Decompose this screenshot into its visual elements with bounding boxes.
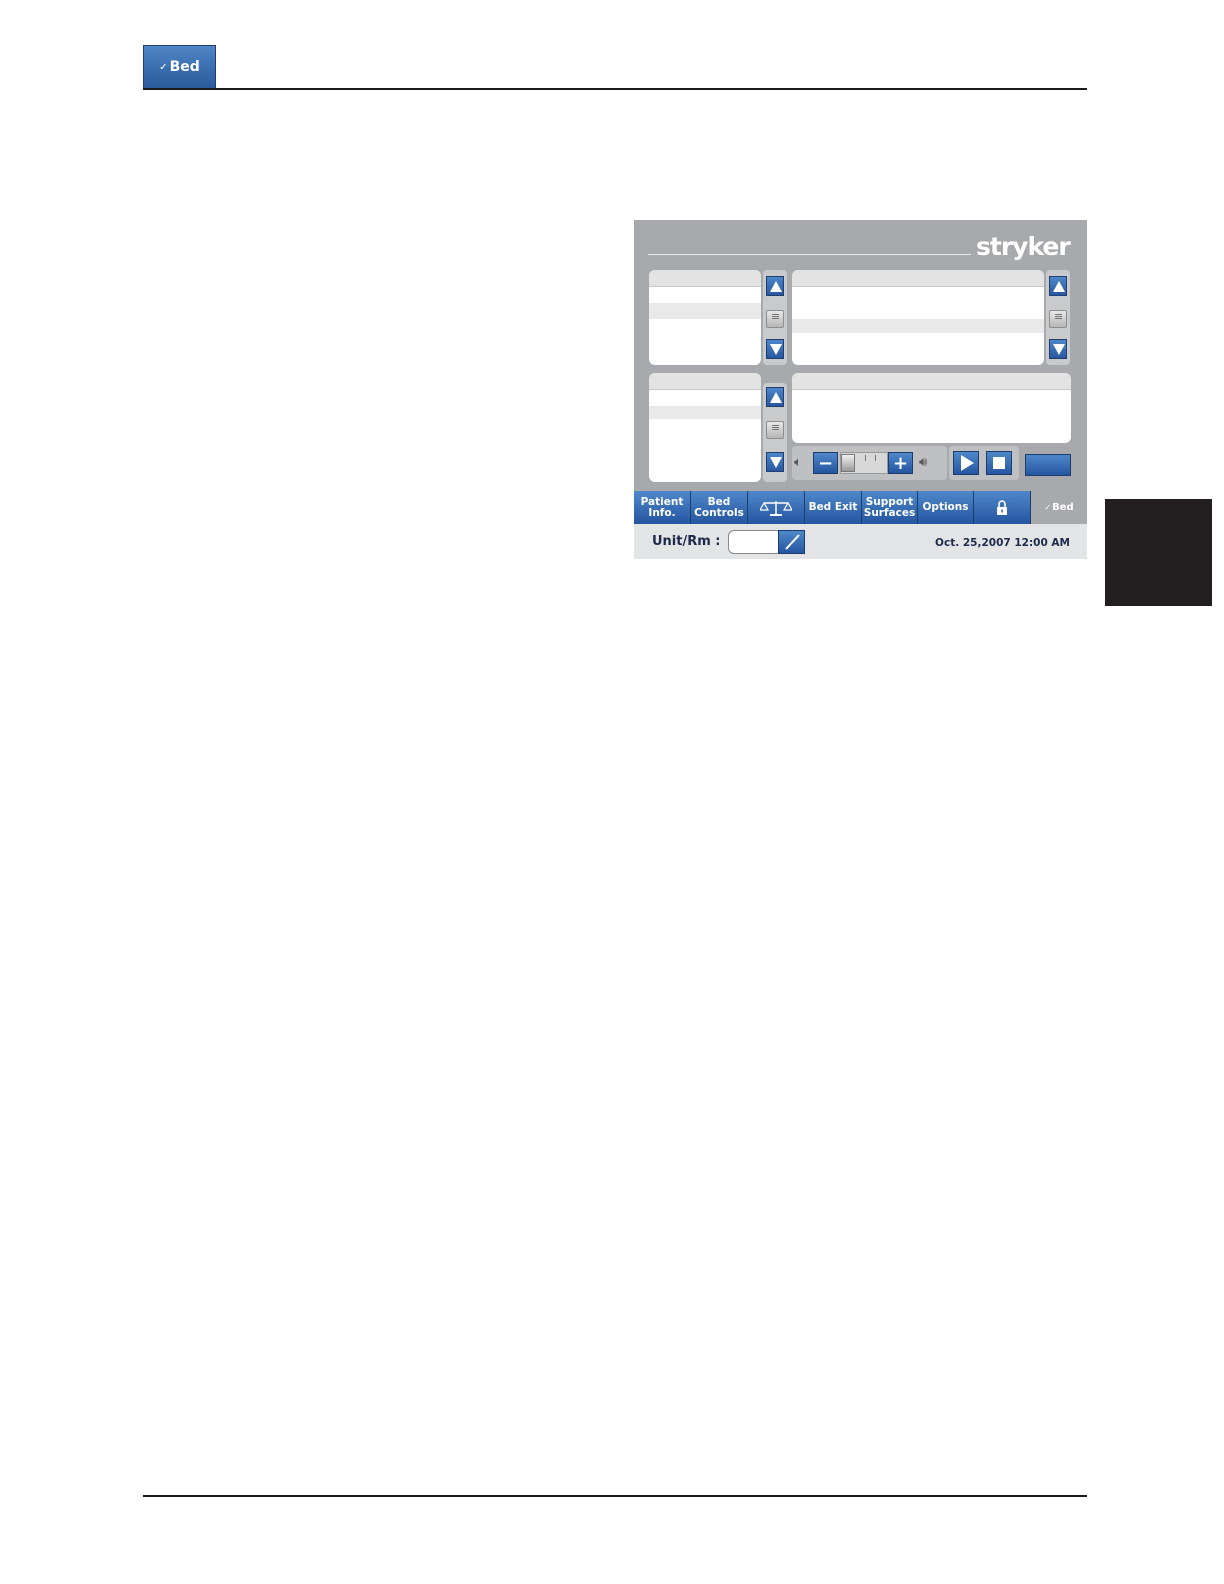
- speaker-high-icon: 🔊︎: [919, 455, 928, 470]
- header-logo-text: Bed: [169, 59, 200, 75]
- tab-bed-controls[interactable]: Bed Controls: [691, 491, 748, 524]
- info-panel: [792, 373, 1071, 443]
- footer-rule: [143, 1495, 1087, 1497]
- scroll-up-button[interactable]: [766, 276, 784, 296]
- play-icon: [961, 455, 974, 471]
- list-item[interactable]: [792, 287, 1044, 303]
- tab-bed-exit[interactable]: Bed Exit: [805, 491, 862, 524]
- volume-up-button[interactable]: +: [888, 452, 913, 474]
- action-button[interactable]: [1025, 454, 1071, 476]
- list-panel-bottom-left: [649, 373, 761, 482]
- section-tab: [1105, 499, 1212, 606]
- list-item[interactable]: [792, 303, 1044, 319]
- scrollbar-bottom-left[interactable]: [763, 383, 787, 482]
- volume-slider[interactable]: [840, 452, 888, 474]
- scroll-down-button[interactable]: [766, 339, 784, 359]
- list-item[interactable]: [649, 303, 761, 319]
- play-button[interactable]: [953, 451, 979, 475]
- nav-logo: ✓ Bed: [1031, 491, 1087, 524]
- edit-unit-button[interactable]: [778, 530, 805, 554]
- check-icon: ✓: [1044, 503, 1052, 512]
- scroll-thumb[interactable]: [766, 421, 784, 439]
- list-item[interactable]: [649, 319, 761, 335]
- scroll-up-button[interactable]: [1049, 276, 1067, 296]
- tab-scale[interactable]: [748, 491, 805, 524]
- pencil-icon: [784, 534, 800, 550]
- unit-room-label: Unit/Rm :: [652, 534, 721, 549]
- check-icon: ✓: [159, 61, 168, 73]
- unit-room-field[interactable]: [728, 530, 782, 554]
- scale-icon: [760, 500, 792, 516]
- volume-down-button[interactable]: −: [813, 452, 838, 474]
- tab-support-surfaces[interactable]: Support Surfaces: [862, 491, 918, 524]
- date-time: Oct. 25,2007 12:00 AM: [935, 537, 1070, 549]
- brand-logo: stryker: [976, 232, 1071, 261]
- list-panel-top-right: [792, 270, 1044, 365]
- scroll-down-button[interactable]: [766, 452, 784, 472]
- tab-lock[interactable]: [974, 491, 1031, 524]
- info-header: [792, 373, 1071, 390]
- scroll-thumb[interactable]: [1049, 310, 1067, 328]
- scrollbar-top-left[interactable]: [763, 270, 787, 365]
- list-item[interactable]: [649, 390, 761, 406]
- scroll-up-button[interactable]: [766, 387, 784, 407]
- bed-screen: stryker 🔈︎ −: [634, 220, 1087, 559]
- playback-controls: [949, 446, 1019, 480]
- nav-logo-text: Bed: [1052, 502, 1074, 513]
- title-rule: [648, 254, 971, 255]
- tab-options[interactable]: Options: [918, 491, 974, 524]
- scroll-down-button[interactable]: [1049, 339, 1067, 359]
- header-logo: ✓ Bed: [143, 45, 216, 89]
- scrollbar-top-right[interactable]: [1046, 270, 1070, 365]
- list-panel-top-left: [649, 270, 761, 365]
- nav-bar: Patient Info. Bed Controls Bed Exit Supp…: [634, 491, 1087, 524]
- scroll-thumb[interactable]: [766, 310, 784, 328]
- tab-patient-info[interactable]: Patient Info.: [634, 491, 691, 524]
- status-bar: Unit/Rm : Oct. 25,2007 12:00 AM: [634, 524, 1087, 559]
- list-header: [649, 270, 761, 287]
- stop-icon: [993, 457, 1005, 469]
- speaker-low-icon: 🔈︎: [794, 455, 802, 470]
- lock-icon: [997, 500, 1007, 515]
- list-item[interactable]: [649, 287, 761, 303]
- audio-controls: 🔈︎ − + 🔊︎: [792, 446, 947, 480]
- list-header: [649, 373, 761, 390]
- list-item[interactable]: [649, 406, 761, 419]
- volume-slider-knob[interactable]: [841, 454, 855, 472]
- stop-button[interactable]: [986, 451, 1012, 475]
- header-rule: [143, 88, 1087, 90]
- list-header: [792, 270, 1044, 287]
- list-item[interactable]: [792, 319, 1044, 333]
